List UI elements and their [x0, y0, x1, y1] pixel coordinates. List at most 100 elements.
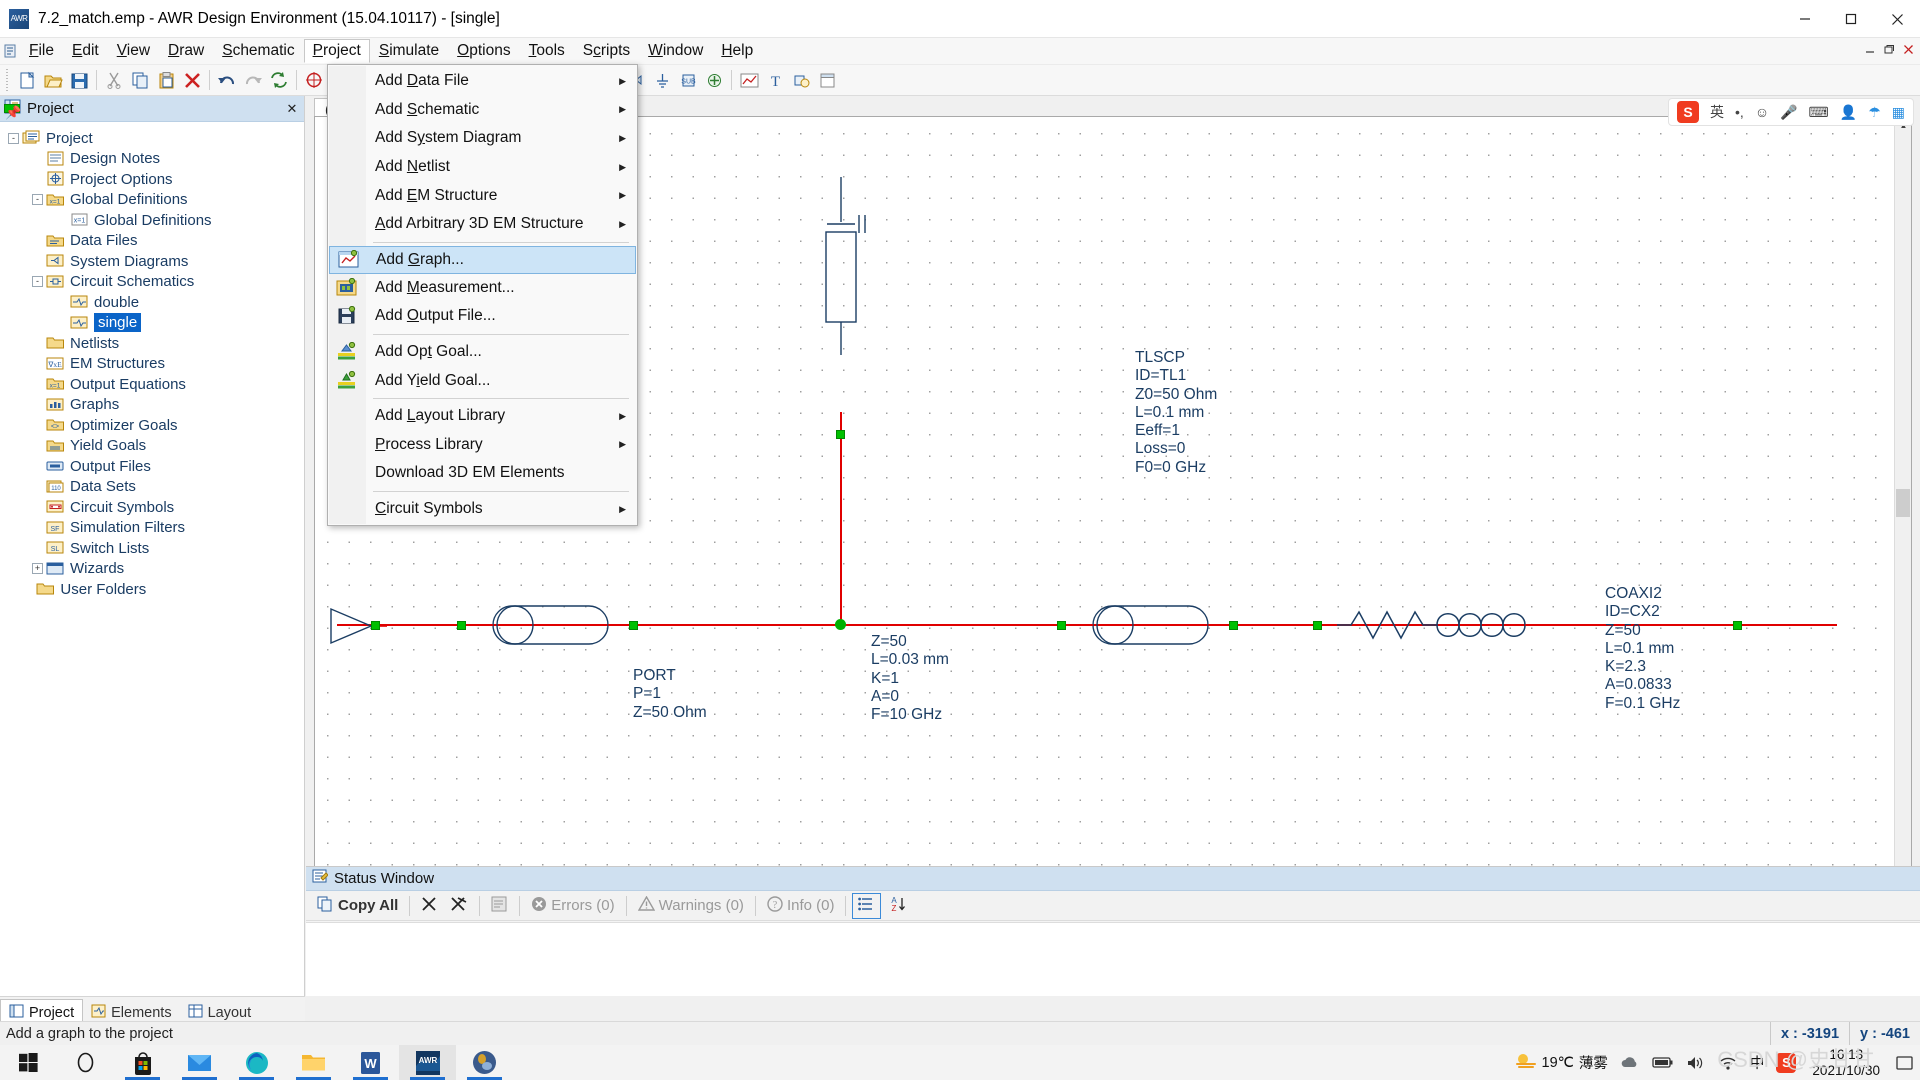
- cortana-button[interactable]: [57, 1045, 114, 1080]
- subcircuit-icon[interactable]: SUB: [675, 68, 701, 93]
- menu-item-add-layout-library[interactable]: Add Layout Library▶: [328, 402, 637, 431]
- smiley-icon[interactable]: ☺: [1755, 104, 1769, 120]
- shapes-icon[interactable]: [788, 68, 814, 93]
- mdi-minimize-button[interactable]: [1862, 40, 1878, 58]
- undo-icon[interactable]: [214, 68, 240, 93]
- close-icon[interactable]: ✕: [284, 101, 300, 117]
- status-button-details[interactable]: [486, 894, 513, 918]
- user-icon[interactable]: 👤: [1840, 104, 1857, 121]
- menu-item-add-arbitrary-3d-em-structure[interactable]: Add Arbitrary 3D EM Structure▶: [328, 210, 637, 239]
- edge-button[interactable]: [228, 1045, 285, 1080]
- menu-simulate[interactable]: Simulate: [370, 39, 448, 63]
- umbrella-icon[interactable]: ☂: [1868, 104, 1881, 121]
- tree-item-netlists[interactable]: Netlists: [0, 333, 304, 354]
- volume-icon[interactable]: [1680, 1055, 1712, 1071]
- tree-item-system-diagrams[interactable]: System Diagrams: [0, 251, 304, 272]
- menu-window[interactable]: Window: [639, 39, 712, 63]
- tree-item-yield-goals[interactable]: Yield Goals: [0, 436, 304, 457]
- status-window-body[interactable]: [306, 922, 1920, 996]
- menu-item-add-yield-goal[interactable]: Add Yield Goal...: [328, 366, 637, 395]
- battery-icon[interactable]: [1646, 1056, 1680, 1069]
- menu-options[interactable]: Options: [448, 39, 519, 63]
- tree-item-design-notes[interactable]: Design Notes: [0, 149, 304, 170]
- menu-schematic[interactable]: Schematic: [213, 39, 303, 63]
- project-menu-dropdown[interactable]: Add Data File▶Add Schematic▶Add System D…: [327, 64, 638, 526]
- status-button-sort-az[interactable]: AZ: [884, 894, 912, 918]
- collapse-icon[interactable]: -: [32, 276, 43, 287]
- tree-item-output-files[interactable]: Output Files: [0, 456, 304, 477]
- ime-punctuation-icon[interactable]: •,: [1735, 104, 1744, 120]
- sheet-icon[interactable]: [814, 68, 840, 93]
- awr-button[interactable]: AWR: [399, 1045, 456, 1080]
- app-button[interactable]: [456, 1045, 513, 1080]
- menu-item-add-graph[interactable]: Add Graph...: [329, 246, 636, 274]
- start-button[interactable]: [0, 1045, 57, 1080]
- menu-help[interactable]: Help: [712, 39, 762, 63]
- sogou-logo-icon[interactable]: S: [1677, 101, 1699, 123]
- menu-item-add-data-file[interactable]: Add Data File▶: [328, 67, 637, 96]
- menu-project[interactable]: Project: [304, 39, 370, 63]
- tree-item-wizards[interactable]: +Wizards: [0, 559, 304, 580]
- menu-item-add-output-file[interactable]: Add Output File...: [328, 302, 637, 331]
- tree-item-output-equations[interactable]: x=1Output Equations: [0, 374, 304, 395]
- tlin-label[interactable]: Z=50 L=0.03 mm K=1 A=0 F=10 GHz: [871, 633, 949, 724]
- menu-item-process-library[interactable]: Process Library▶: [328, 431, 637, 460]
- new-icon[interactable]: [14, 68, 40, 93]
- expand-icon[interactable]: +: [32, 563, 43, 574]
- keyboard-icon[interactable]: ⌨: [1809, 104, 1829, 121]
- onedrive-icon[interactable]: [1614, 1056, 1646, 1070]
- tree-item-optimizer-goals[interactable]: <>Optimizer Goals: [0, 415, 304, 436]
- menu-item-add-schematic[interactable]: Add Schematic▶: [328, 96, 637, 125]
- mdi-close-button[interactable]: [1900, 40, 1916, 58]
- port-label[interactable]: PORT P=1 Z=50 Ohm: [633, 667, 707, 722]
- word-button[interactable]: W: [342, 1045, 399, 1080]
- menu-item-add-netlist[interactable]: Add Netlist▶: [328, 153, 637, 182]
- notification-icon[interactable]: [1890, 1055, 1920, 1071]
- tree-item-circuit-symbols[interactable]: Circuit Symbols: [0, 497, 304, 518]
- collapse-icon[interactable]: -: [8, 133, 19, 144]
- target-icon[interactable]: [301, 68, 327, 93]
- toolbar-grip-1[interactable]: [3, 69, 11, 91]
- mail-button[interactable]: [171, 1045, 228, 1080]
- project-tree[interactable]: -ProjectDesign NotesProject Options-x=1G…: [0, 122, 304, 600]
- tree-item-data-sets[interactable]: 110Data Sets: [0, 477, 304, 498]
- save-icon[interactable]: [66, 68, 92, 93]
- tree-item-data-files[interactable]: Data Files: [0, 231, 304, 252]
- menu-item-download-3d-em-elements[interactable]: Download 3D EM Elements: [328, 459, 637, 488]
- menu-item-circuit-symbols[interactable]: Circuit Symbols▶: [328, 495, 637, 524]
- tree-item-graphs[interactable]: Graphs: [0, 395, 304, 416]
- canvas-vertical-scrollbar[interactable]: ▲ ▼: [1894, 117, 1911, 978]
- tree-item-em-structures[interactable]: ∇xEEM Structures: [0, 354, 304, 375]
- cut-icon[interactable]: [101, 68, 127, 93]
- delete-icon[interactable]: [179, 68, 205, 93]
- ime-mode-label[interactable]: 英: [1710, 102, 1724, 122]
- menu-item-add-em-structure[interactable]: Add EM Structure▶: [328, 181, 637, 210]
- menu-view[interactable]: View: [108, 39, 159, 63]
- mic-icon[interactable]: 🎤: [1780, 104, 1797, 121]
- menu-grip[interactable]: [0, 40, 20, 62]
- copy-icon[interactable]: [127, 68, 153, 93]
- vertical-scroll-thumb[interactable]: [1896, 489, 1910, 517]
- open-icon[interactable]: [40, 68, 66, 93]
- menu-item-add-system-diagram[interactable]: Add System Diagram▶: [328, 124, 637, 153]
- close-button[interactable]: [1874, 0, 1920, 38]
- status-button-copy-all[interactable]: Copy All: [312, 894, 403, 918]
- pin-icon[interactable]: 📌: [4, 104, 20, 113]
- menu-scripts[interactable]: Scripts: [574, 39, 639, 63]
- tree-item-single[interactable]: single: [0, 313, 304, 334]
- menu-tools[interactable]: Tools: [520, 39, 574, 63]
- tree-item-double[interactable]: double: [0, 292, 304, 313]
- tree-item-circuit-schematics[interactable]: -Circuit Schematics: [0, 272, 304, 293]
- coaxi2-label[interactable]: COAXI2 ID=CX2 Z=50 L=0.1 mm K=2.3 A=0.08…: [1605, 585, 1680, 713]
- menu-draw[interactable]: Draw: [159, 39, 213, 63]
- tree-item-global-definitions[interactable]: -x=1Global Definitions: [0, 190, 304, 211]
- menu-item-add-opt-goal[interactable]: Add Opt Goal...: [328, 338, 637, 367]
- minimize-button[interactable]: [1782, 0, 1828, 38]
- redo-icon[interactable]: [240, 68, 266, 93]
- menu-item-add-measurement[interactable]: Add Measurement...: [328, 274, 637, 303]
- status-button-group[interactable]: [852, 893, 881, 919]
- tree-item-switch-lists[interactable]: SLSwitch Lists: [0, 538, 304, 559]
- menu-edit[interactable]: Edit: [63, 39, 108, 63]
- tree-item-simulation-filters[interactable]: SFSimulation Filters: [0, 518, 304, 539]
- collapse-icon[interactable]: -: [32, 194, 43, 205]
